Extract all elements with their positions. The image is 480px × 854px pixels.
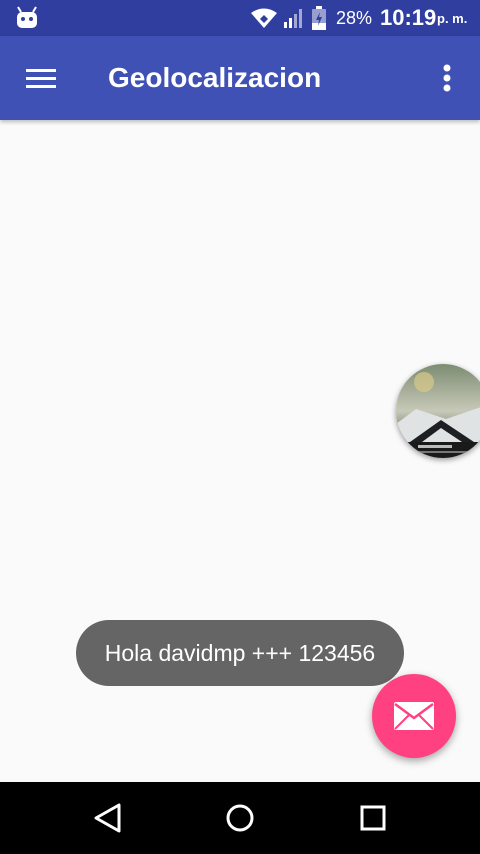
navigation-bar xyxy=(0,782,480,854)
page-title: Geolocalizacion xyxy=(108,62,322,93)
wifi-icon xyxy=(251,8,277,28)
clock-ampm: p. m. xyxy=(437,11,468,26)
mail-icon xyxy=(394,702,434,730)
status-bar: 28% 10:19 p. m. xyxy=(0,0,480,36)
floating-avatar[interactable] xyxy=(396,364,480,458)
toast-message: Hola davidmp +++ 123456 xyxy=(76,620,404,686)
recents-icon[interactable] xyxy=(355,800,391,836)
battery-icon xyxy=(312,6,326,30)
android-icon xyxy=(17,6,37,28)
signal-icon xyxy=(284,9,302,28)
back-icon[interactable] xyxy=(89,800,125,836)
hamburger-menu-icon[interactable] xyxy=(16,58,56,98)
clock: 10:19 xyxy=(380,5,437,30)
avatar-image xyxy=(396,364,480,458)
more-vert-icon[interactable] xyxy=(432,58,462,98)
app-bar: Geolocalizacion xyxy=(0,36,480,120)
home-icon[interactable] xyxy=(222,800,258,836)
battery-percentage: 28% xyxy=(336,8,373,28)
mail-fab-button[interactable] xyxy=(372,674,456,758)
